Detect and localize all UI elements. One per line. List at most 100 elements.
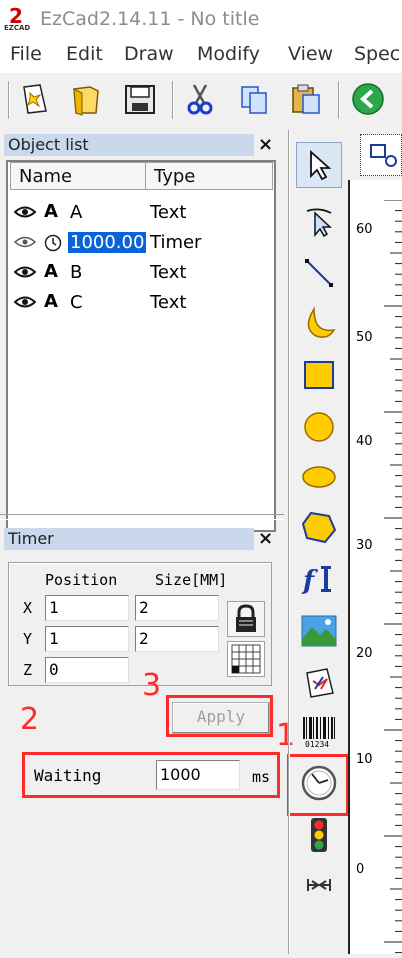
position-z-field[interactable]: 0 bbox=[45, 657, 129, 683]
circle-icon bbox=[304, 412, 334, 442]
rectangle-tool[interactable] bbox=[296, 352, 342, 398]
position-y-field[interactable]: 1 bbox=[45, 626, 129, 652]
close-icon[interactable]: × bbox=[258, 528, 273, 549]
rectangle-icon bbox=[304, 361, 334, 389]
vector-file-tool[interactable] bbox=[296, 660, 342, 706]
list-item[interactable]: A B Text bbox=[8, 258, 272, 288]
row-name: A bbox=[70, 202, 83, 223]
row-type: Timer bbox=[150, 232, 202, 253]
ruler-label-50: 50 bbox=[356, 330, 373, 345]
paste-icon[interactable] bbox=[288, 81, 324, 117]
pointer-tool[interactable] bbox=[296, 142, 342, 188]
lock-icon bbox=[236, 604, 256, 632]
menu-draw[interactable]: Draw bbox=[124, 43, 174, 65]
menu-view[interactable]: View bbox=[288, 43, 333, 65]
title-bar: 2 EZCAD EzCad2.14.11 - No title bbox=[0, 0, 402, 40]
ruler-label-0: 0 bbox=[356, 862, 365, 877]
column-type[interactable]: Type bbox=[145, 162, 273, 190]
save-icon[interactable] bbox=[122, 81, 158, 117]
lock-button[interactable] bbox=[227, 601, 265, 637]
ruler-label-60: 60 bbox=[356, 222, 373, 237]
ruler-label-30: 30 bbox=[356, 538, 373, 553]
size-y-field[interactable]: 2 bbox=[135, 626, 219, 652]
text-type-icon: A bbox=[44, 261, 58, 282]
object-list-title: Object list bbox=[4, 134, 254, 156]
timer-tool[interactable] bbox=[296, 760, 342, 806]
line-icon bbox=[305, 259, 333, 287]
curve-icon bbox=[307, 306, 336, 338]
node-edit-tool[interactable] bbox=[296, 198, 342, 244]
back-arrow-icon[interactable] bbox=[350, 81, 386, 117]
menu-edit[interactable]: Edit bbox=[66, 43, 103, 65]
menu-modify[interactable]: Modify bbox=[197, 43, 260, 65]
clock-icon bbox=[44, 234, 62, 252]
text-icon: f bbox=[301, 566, 331, 596]
select-objects-icon bbox=[370, 144, 397, 167]
position-x-field[interactable]: 1 bbox=[45, 595, 129, 621]
row-name: B bbox=[70, 262, 83, 283]
ruler-label-10: 10 bbox=[356, 752, 373, 767]
bitmap-tool[interactable] bbox=[296, 608, 342, 654]
pointer-icon bbox=[310, 149, 332, 181]
node-edit-icon bbox=[306, 208, 332, 237]
menu-file[interactable]: File bbox=[10, 43, 42, 65]
io-signal-tool[interactable] bbox=[296, 812, 342, 858]
ezcad-logo: 2 EZCAD bbox=[4, 4, 31, 32]
vector-file-icon bbox=[306, 668, 334, 698]
window-title: EzCad2.14.11 - No title bbox=[40, 8, 260, 30]
anchor-grid-button[interactable] bbox=[227, 641, 265, 677]
menu-special[interactable]: Spec bbox=[354, 43, 400, 65]
bitmap-icon bbox=[301, 615, 337, 647]
barcode-icon: 01234 bbox=[301, 715, 337, 751]
list-item-selected[interactable]: 1000.00 Timer bbox=[8, 228, 272, 258]
main-toolbar bbox=[0, 72, 402, 126]
open-icon[interactable] bbox=[68, 81, 104, 117]
ellipse-icon bbox=[302, 466, 336, 488]
new-icon[interactable] bbox=[16, 81, 52, 117]
close-icon[interactable]: × bbox=[258, 134, 273, 155]
object-list-table: Name Type A A Text 1000.00 Timer A B Tex… bbox=[6, 160, 276, 532]
list-item[interactable]: A A Text bbox=[8, 198, 272, 228]
ruler-label-40: 40 bbox=[356, 434, 373, 449]
copy-icon[interactable] bbox=[236, 81, 272, 117]
cut-icon[interactable] bbox=[182, 81, 218, 117]
extend-axis-tool[interactable] bbox=[296, 862, 342, 908]
polygon-icon bbox=[301, 511, 337, 544]
position-size-group: Position Size[MM] X Y Z 1 1 0 2 2 bbox=[8, 562, 272, 686]
text-type-icon: A bbox=[44, 201, 58, 222]
panel-splitter[interactable] bbox=[0, 514, 284, 520]
row-type: Text bbox=[150, 292, 187, 313]
axis-z-label: Z bbox=[23, 661, 33, 679]
visibility-eye-icon[interactable] bbox=[14, 295, 36, 309]
row-type: Text bbox=[150, 262, 187, 283]
highlight-waiting bbox=[22, 752, 280, 798]
curve-tool[interactable] bbox=[296, 300, 342, 346]
column-name[interactable]: Name bbox=[10, 162, 146, 190]
annotation-3: 3 bbox=[142, 668, 162, 703]
size-x-field[interactable]: 2 bbox=[135, 595, 219, 621]
io-signal-icon bbox=[311, 818, 327, 852]
axis-x-label: X bbox=[23, 599, 33, 617]
canvas-select-button[interactable] bbox=[360, 134, 402, 176]
list-item[interactable]: A C Text bbox=[8, 288, 272, 318]
timer-icon bbox=[301, 765, 337, 801]
line-tool[interactable] bbox=[296, 250, 342, 296]
anchor-grid-icon bbox=[231, 644, 261, 674]
barcode-digits: 01234 bbox=[305, 740, 330, 749]
barcode-tool[interactable]: 01234 bbox=[296, 710, 342, 756]
text-tool[interactable]: f bbox=[296, 556, 342, 602]
polygon-tool[interactable] bbox=[296, 504, 342, 550]
annotation-1: 1 bbox=[276, 718, 296, 753]
text-type-icon: A bbox=[44, 291, 58, 312]
size-label: Size[MM] bbox=[155, 571, 228, 589]
visibility-eye-icon[interactable] bbox=[14, 265, 36, 279]
row-name: 1000.00 bbox=[68, 232, 147, 253]
ruler-ticks bbox=[360, 199, 402, 954]
ellipse-tool[interactable] bbox=[296, 454, 342, 500]
axis-y-label: Y bbox=[23, 630, 33, 648]
visibility-eye-icon[interactable] bbox=[14, 235, 36, 249]
object-list-panel: Object list × Name Type A A Text 1000.00… bbox=[0, 130, 284, 532]
visibility-eye-icon[interactable] bbox=[14, 205, 36, 219]
circle-tool[interactable] bbox=[296, 404, 342, 450]
highlight-apply bbox=[166, 695, 273, 737]
